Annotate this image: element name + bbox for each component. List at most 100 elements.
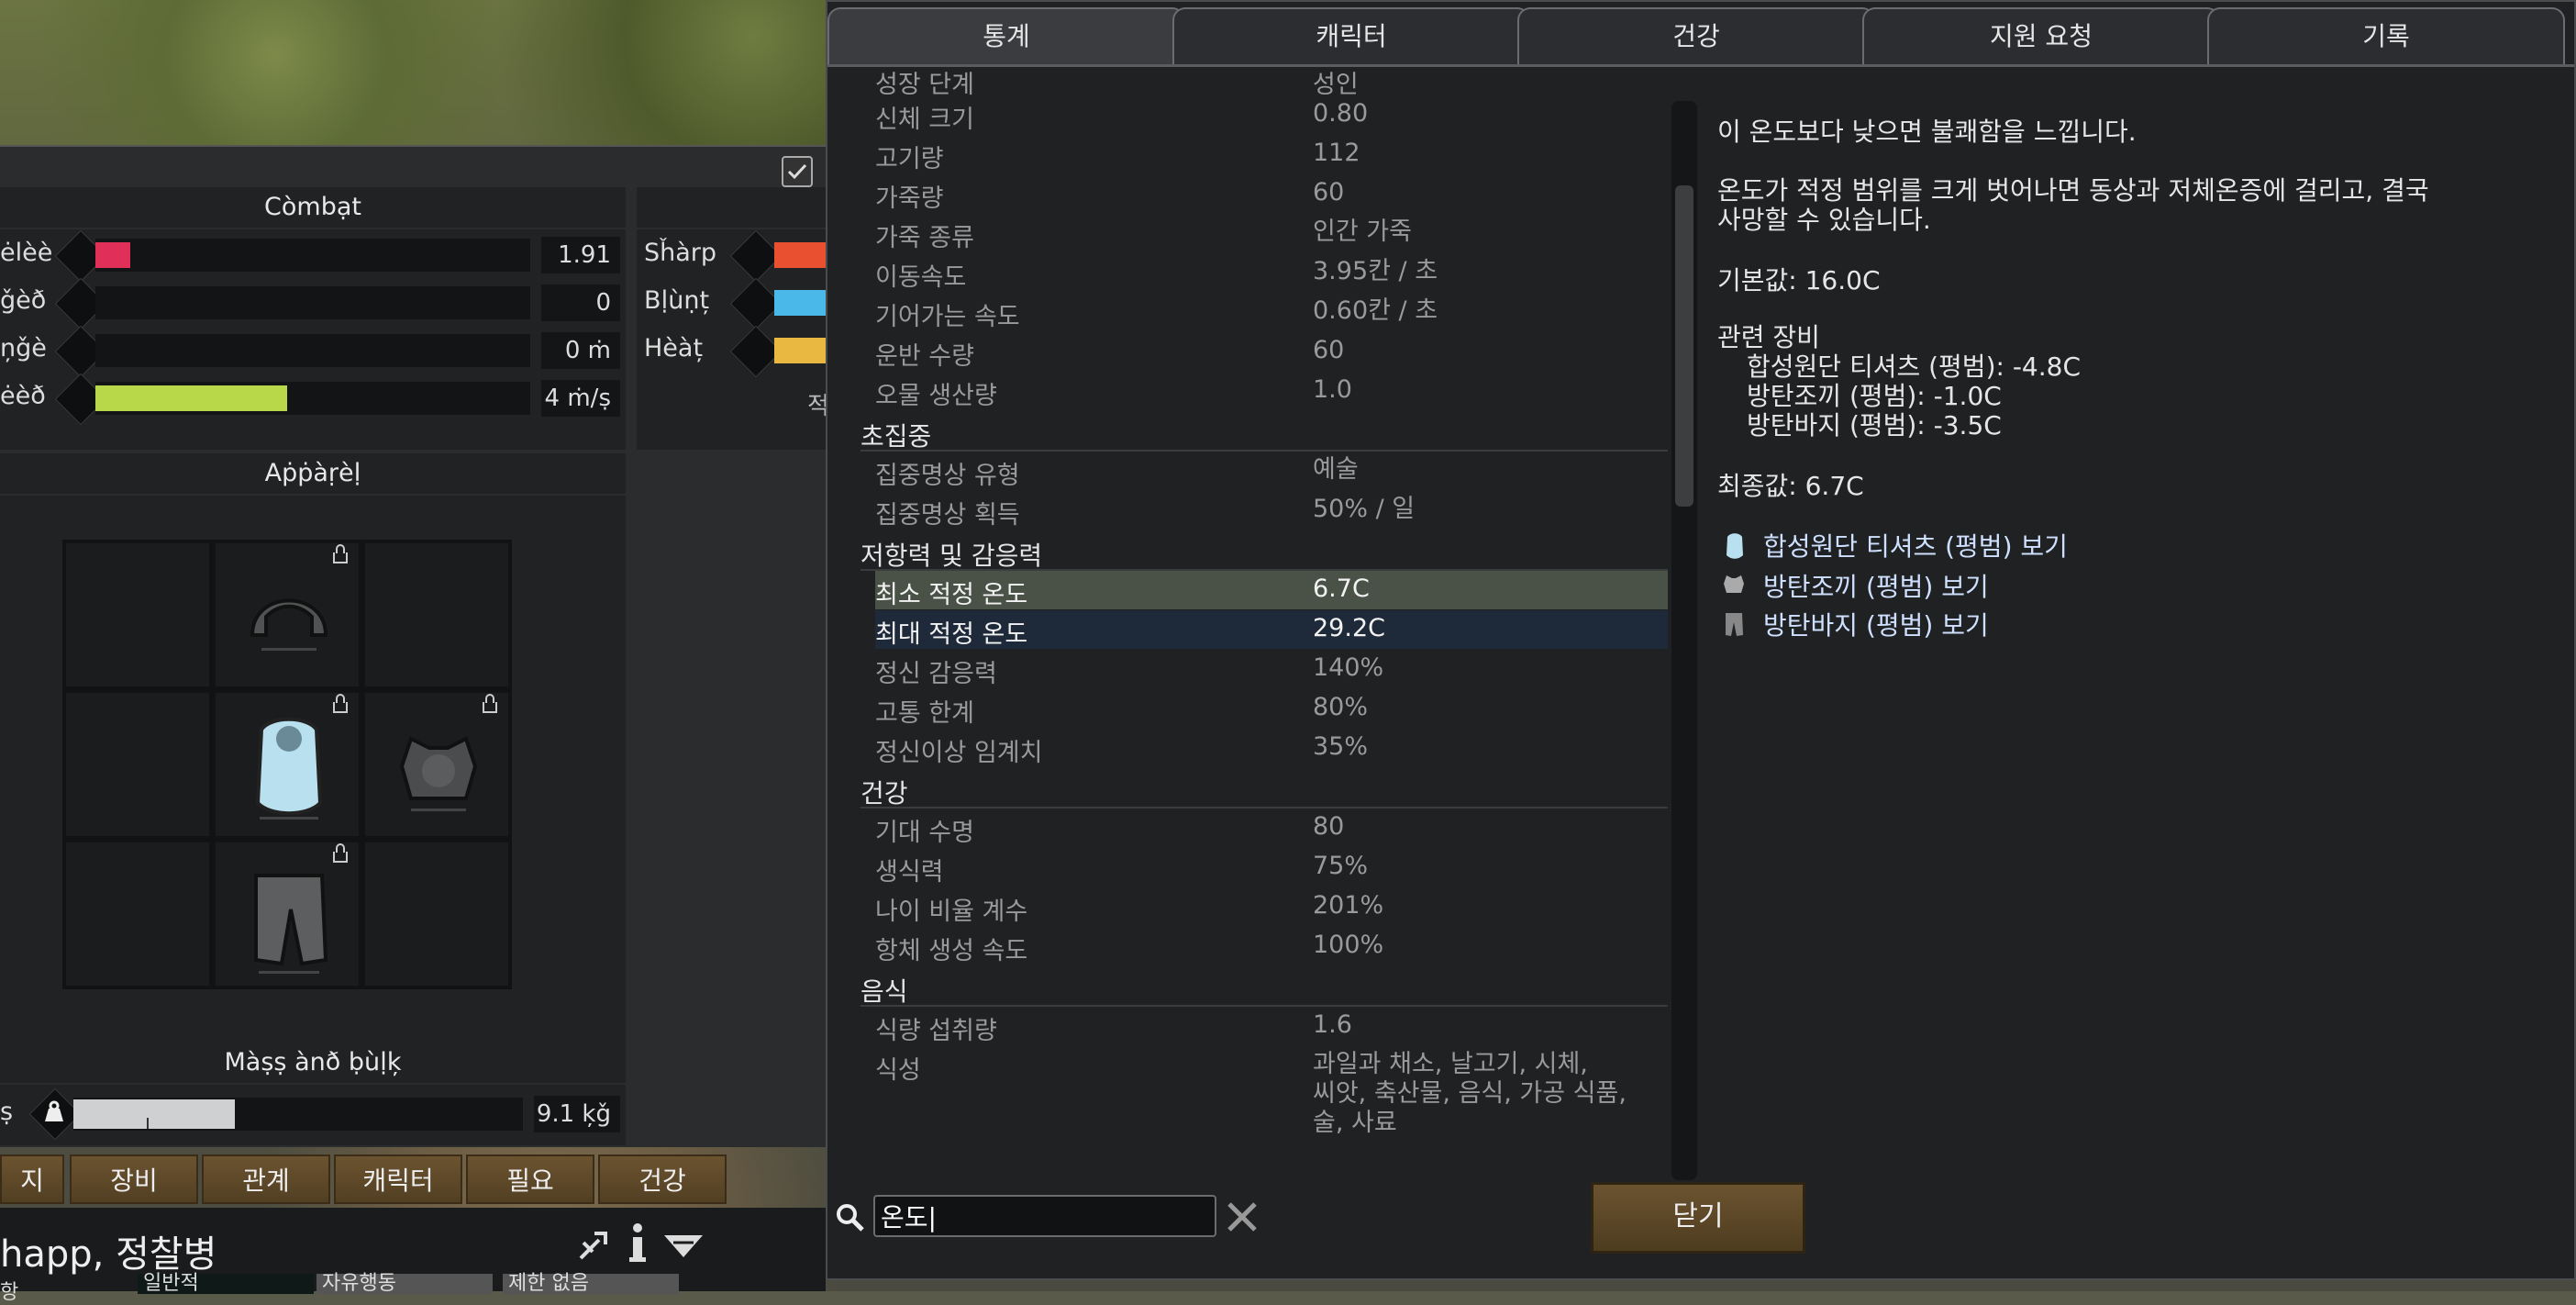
stat-row[interactable]: 고기량 112: [875, 135, 1668, 173]
stats-tab[interactable]: 건강: [1517, 7, 1875, 66]
stat-final-value: 최종값: 6.7C: [1717, 471, 1864, 501]
stat-row-key: 신체 크기: [875, 106, 974, 134]
draft-icon[interactable]: [576, 1226, 613, 1263]
bottom-tab-button[interactable]: 필요: [466, 1154, 594, 1204]
apparel-slot-empty[interactable]: [64, 541, 211, 688]
combat-stat-label: ǧèð: [0, 286, 47, 315]
apparel-slot-headgear[interactable]: [214, 541, 361, 688]
stat-row[interactable]: 집중명상 획득 50% / 일: [875, 491, 1668, 530]
apparel-slot-empty[interactable]: [64, 841, 211, 987]
apparel-body: [0, 496, 626, 1046]
shirt-icon: [1727, 533, 1743, 559]
stat-row[interactable]: 기어가는 속도 0.60칸 / 초: [875, 293, 1668, 331]
mass-label: ṣ: [0, 1098, 14, 1126]
stat-row[interactable]: 집중명상 유형 예술: [875, 452, 1668, 490]
armor-stat-row: Sȟàrp: [644, 229, 829, 283]
info-icon[interactable]: [624, 1222, 651, 1265]
stat-row[interactable]: 이동속도 3.95칸 / 초: [875, 253, 1668, 292]
stats-tab[interactable]: 지원 요청: [1862, 7, 2220, 66]
lock-icon: [483, 694, 497, 713]
close-button[interactable]: 닫기: [1591, 1182, 1805, 1254]
stats-tab[interactable]: 기록: [2207, 7, 2565, 66]
stats-scrollbar-thumb[interactable]: [1675, 185, 1693, 507]
stat-row[interactable]: 가죽량 60: [875, 174, 1668, 213]
bottom-tab-button[interactable]: 건강: [598, 1154, 727, 1204]
mass-bar: [73, 1098, 523, 1131]
armor-stat-bar-fill: [774, 290, 829, 316]
view-shirt-link[interactable]: 합성원단 티셔츠 (평범) 보기: [1763, 527, 2068, 563]
weight-icon: [45, 1100, 63, 1121]
stat-row-key: 고통 한계: [875, 699, 974, 728]
related-gear-3: 방탄바지 (평범): -3.5C: [1747, 410, 2002, 441]
apparel-slot-empty[interactable]: [64, 691, 211, 838]
stat-category: 초집중: [861, 421, 932, 452]
combat-stat-bar: [95, 334, 530, 367]
apparel-slot-pants[interactable]: [214, 841, 361, 987]
combat-stat-label: ėlèè: [0, 239, 53, 267]
stat-row[interactable]: 항체 생성 속도 100%: [875, 927, 1668, 965]
clear-search-icon[interactable]: [1224, 1199, 1260, 1235]
bottom-tab-button[interactable]: 캐릭터: [334, 1154, 462, 1204]
stat-row[interactable]: 정신 감응력 140%: [875, 650, 1668, 688]
combat-body: ėlèè 1.91 ǧèð 0 ņǧè 0 ṁ ėèð 4 ṁ/ṣ: [0, 229, 626, 450]
stat-row[interactable]: 식량 섭취량 1.6: [875, 1007, 1668, 1045]
stat-description-line1: 이 온도보다 낮으면 불쾌함을 느낍니다.: [1717, 117, 2137, 147]
apparel-slot-vest[interactable]: [363, 691, 510, 838]
stat-row-value: 3.95칸 / 초: [1313, 257, 1438, 285]
related-gear-1: 합성원단 티셔츠 (평범): -4.8C: [1747, 351, 2082, 382]
stat-row[interactable]: 나이 비율 계수 201%: [875, 887, 1668, 926]
stat-row[interactable]: 최대 적정 온도 29.2C: [875, 610, 1668, 649]
stat-row[interactable]: 운반 수량 60: [875, 332, 1668, 371]
armor-stat-row: Hèàț: [644, 325, 829, 378]
stat-description-line3: 사망할 수 있습니다.: [1717, 205, 1931, 235]
armor-body: Sȟàrp Bḷùṇț Hèàț 적: [637, 229, 829, 450]
stats-tab[interactable]: 통계: [827, 7, 1185, 66]
bottom-tab-button[interactable]: 지: [0, 1154, 64, 1204]
lock-icon: [333, 544, 348, 563]
combat-stat-row: ėlèè 1.91: [0, 229, 626, 283]
related-gear-header: 관련 장비: [1717, 322, 1820, 352]
stat-category: 건강: [861, 778, 908, 809]
stat-row-key: 최소 적정 온도: [875, 581, 1028, 609]
stat-row[interactable]: 식성 과일과 채소, 날고기, 시체, 씨앗, 축산물, 음식, 가공 식품, 술…: [875, 1046, 1668, 1137]
mass-bar-fill: [73, 1099, 236, 1129]
search-input[interactable]: [873, 1195, 1216, 1237]
stats-list[interactable]: 성장 단계 성인 신체 크기 0.80 고기량 112 가죽량 60 가죽 종류 인간 가죽 이…: [827, 68, 1671, 1188]
stat-row[interactable]: 최소 적정 온도 6.7C: [875, 571, 1668, 609]
combat-stat-bar-fill: [95, 242, 130, 268]
combat-stat-label: ņǧè: [0, 334, 47, 362]
stat-row[interactable]: 오물 생산량 1.0: [875, 372, 1668, 410]
stat-row-key: 최대 적정 온도: [875, 620, 1028, 649]
stat-row-key: 운반 수량: [875, 342, 974, 371]
stat-row[interactable]: 고통 한계 80%: [875, 689, 1668, 728]
combat-stat-bar: [95, 239, 530, 272]
bottom-tab-button[interactable]: 장비: [70, 1154, 198, 1204]
stats-tab[interactable]: 캐릭터: [1172, 7, 1530, 66]
stat-row-value: 35%: [1313, 732, 1369, 761]
stat-row-key: 기어가는 속도: [875, 303, 1020, 331]
stat-row[interactable]: 기대 수명 80: [875, 809, 1668, 847]
stat-row-key: 정신 감응력: [875, 660, 997, 688]
stat-row-value: 과일과 채소, 날고기, 시체, 씨앗, 축산물, 음식, 가공 식품, 술, …: [1313, 1050, 1627, 1137]
apparel-slot-empty[interactable]: [363, 541, 510, 688]
apparel-slot-shirt[interactable]: [214, 691, 361, 838]
apparel-slot-empty[interactable]: [363, 841, 510, 987]
stat-row[interactable]: 정신이상 임계치 35%: [875, 729, 1668, 767]
stat-row-value: 60: [1313, 178, 1345, 206]
rename-icon[interactable]: [661, 1230, 706, 1261]
combat-stat-row: ņǧè 0 ṁ: [0, 325, 626, 378]
stat-row-value: 60: [1313, 336, 1345, 364]
bottom-tab-button[interactable]: 관계: [202, 1154, 330, 1204]
combat-stat-value: 0 ṁ: [541, 332, 620, 369]
mass-header: Màṣṣ ànð ḅùḷķ: [0, 1043, 626, 1083]
gear-checkbox[interactable]: [782, 156, 813, 187]
view-vest-link[interactable]: 방탄조끼 (평범) 보기: [1763, 567, 1989, 604]
stat-row-key: 항체 생성 속도: [875, 937, 1028, 965]
combat-stat-value: 1.91: [541, 237, 620, 273]
stat-row[interactable]: 생식력 75%: [875, 848, 1668, 887]
stat-row[interactable]: 신체 크기 0.80: [875, 95, 1668, 134]
stat-row[interactable]: 가죽 종류 인간 가죽: [875, 214, 1668, 252]
stat-row-key: 기대 수명: [875, 819, 974, 847]
view-pants-link[interactable]: 방탄바지 (평범) 보기: [1763, 606, 1989, 642]
checkmark-icon: [787, 163, 807, 180]
